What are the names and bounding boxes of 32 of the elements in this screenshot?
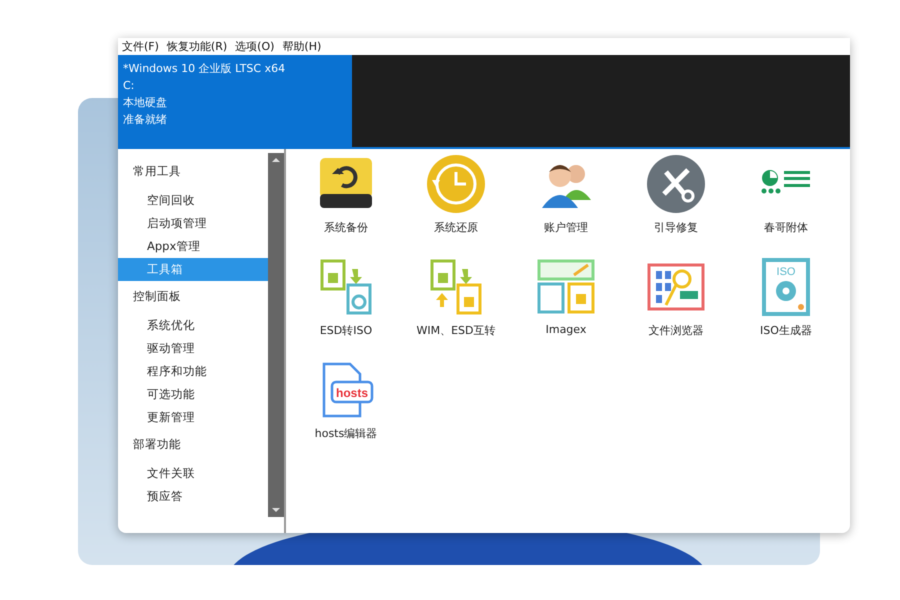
menu-item[interactable]: 帮助(H) — [282, 39, 322, 54]
tool-label[interactable]: 系统备份 — [324, 220, 368, 235]
tool-label[interactable]: ESD转ISO — [320, 323, 372, 338]
sidebar-item[interactable]: Appx管理 — [118, 235, 268, 258]
menu-item[interactable]: 文件(F) — [122, 39, 159, 54]
scroll-up-icon[interactable] — [271, 157, 281, 163]
tool-label[interactable]: WIM、ESD互转 — [416, 323, 496, 338]
sidebar-item[interactable]: 更新管理 — [118, 406, 268, 429]
scroll-down-icon[interactable] — [271, 507, 281, 513]
sidebar-item[interactable]: 驱动管理 — [118, 337, 268, 360]
sidebar-item[interactable]: 可选功能 — [118, 383, 268, 406]
sidebar-item[interactable]: 空间回收 — [118, 189, 268, 212]
tool-label[interactable]: 文件浏览器 — [648, 323, 704, 338]
sidebar-group-heading[interactable]: 部署功能 — [118, 432, 268, 457]
tool-label[interactable]: 春哥附体 — [764, 220, 808, 235]
sidebar-item[interactable]: 启动项管理 — [118, 212, 268, 235]
tool-label[interactable]: 引导修复 — [654, 220, 698, 235]
scrollbar[interactable] — [268, 153, 284, 517]
sidebar-item[interactable]: 文件关联 — [118, 462, 268, 485]
tool-label[interactable]: 账户管理 — [544, 220, 588, 235]
menu-item[interactable]: 恢复功能(R) — [166, 39, 228, 54]
menu-item[interactable]: 选项(O) — [235, 39, 274, 54]
tool-label[interactable]: hosts编辑器 — [314, 426, 378, 441]
tool-label[interactable]: ISO生成器 — [760, 323, 812, 338]
tool-label[interactable]: Imagex — [546, 323, 586, 336]
tool-label[interactable]: 系统还原 — [434, 220, 478, 235]
sidebar-group-heading[interactable]: 常用工具 — [118, 159, 268, 184]
sidebar-group-heading[interactable]: 控制面板 — [118, 284, 268, 309]
system-info-panel[interactable]: *Windows 10 企业版 LTSC x64 C: 本地硬盘 准备就绪 — [118, 55, 352, 147]
sidebar-item[interactable]: 程序和功能 — [118, 360, 268, 383]
sidebar-item[interactable]: 系统优化 — [118, 314, 268, 337]
sidebar-item[interactable]: 预应答 — [118, 485, 268, 508]
